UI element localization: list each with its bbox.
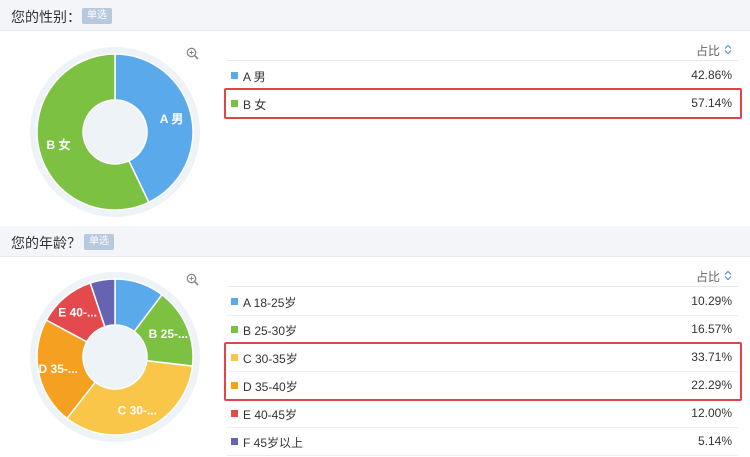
legend-swatch bbox=[231, 410, 238, 417]
column-header-label: 占比 bbox=[695, 270, 720, 284]
highlight-box bbox=[224, 342, 742, 401]
single-choice-badge: 单选 bbox=[82, 8, 112, 24]
option-row[interactable]: A 男 42.86% bbox=[227, 62, 738, 90]
pie-slice-label: B 25-... bbox=[149, 327, 188, 341]
option-label: E 40-45岁 bbox=[243, 408, 298, 422]
column-header-label: 占比 bbox=[695, 44, 720, 58]
question-header-age: 您的年龄？ 单选 bbox=[0, 226, 750, 257]
pie-slice-label: C 30-... bbox=[118, 404, 157, 418]
percent-column-header[interactable]: 占比 bbox=[227, 266, 738, 287]
age-pie-chart: B 25-... C 30-... D 35-... E 40-... bbox=[30, 272, 200, 442]
option-row[interactable]: F 45岁以上 5.14% bbox=[227, 428, 738, 456]
option-label: A 男 bbox=[243, 70, 266, 84]
pie-slice-label: E 40-... bbox=[58, 306, 97, 320]
option-percent: 42.86% bbox=[691, 68, 732, 82]
question-title: 您的年龄？ bbox=[11, 235, 81, 251]
sort-icon[interactable] bbox=[724, 44, 732, 55]
question-header-gender: 您的性别： 单选 bbox=[0, 0, 750, 31]
legend-swatch bbox=[231, 72, 238, 79]
highlight-box bbox=[224, 88, 742, 119]
pie-slice-label: D 35-... bbox=[39, 362, 78, 376]
zoom-in-icon[interactable] bbox=[186, 273, 199, 286]
option-percent: 10.29% bbox=[691, 294, 732, 308]
option-row[interactable]: B 25-30岁 16.57% bbox=[227, 316, 738, 344]
option-percent: 16.57% bbox=[691, 322, 732, 336]
option-label: F 45岁以上 bbox=[243, 436, 304, 450]
option-label: A 18-25岁 bbox=[243, 296, 297, 310]
legend-swatch bbox=[231, 326, 238, 333]
option-row[interactable]: E 40-45岁 12.00% bbox=[227, 400, 738, 428]
legend-swatch bbox=[231, 438, 238, 445]
pie-slice-label: A 男 bbox=[160, 112, 184, 126]
option-label: B 25-30岁 bbox=[243, 324, 298, 338]
option-row[interactable]: A 18-25岁 10.29% bbox=[227, 288, 738, 316]
sort-icon[interactable] bbox=[724, 270, 732, 281]
zoom-in-icon[interactable] bbox=[186, 47, 199, 60]
option-percent: 12.00% bbox=[691, 406, 732, 420]
percent-column-header[interactable]: 占比 bbox=[227, 40, 738, 61]
gender-pie-chart: A 男 B 女 bbox=[30, 47, 200, 217]
option-percent: 5.14% bbox=[697, 434, 732, 448]
question-title: 您的性别： bbox=[11, 9, 81, 25]
legend-swatch bbox=[231, 298, 238, 305]
single-choice-badge: 单选 bbox=[84, 234, 114, 250]
pie-slice-label: B 女 bbox=[46, 137, 70, 152]
